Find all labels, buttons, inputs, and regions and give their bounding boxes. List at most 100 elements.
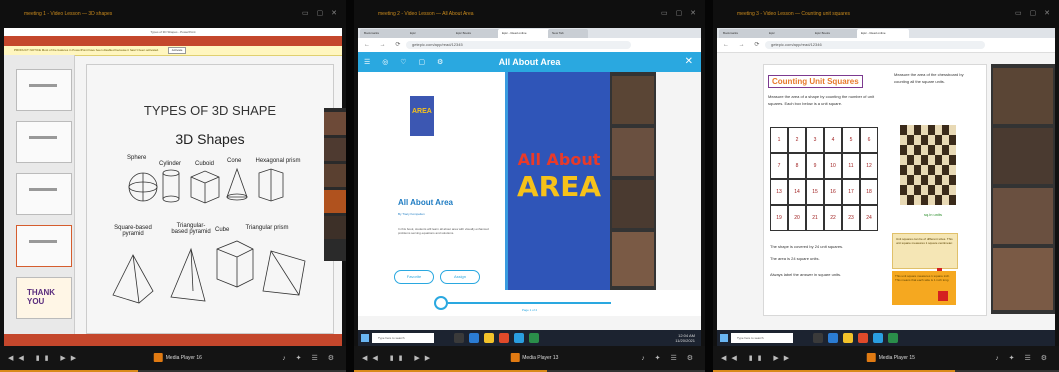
- tab-active[interactable]: Epic - Read online: [498, 29, 550, 38]
- participant-strip: [324, 108, 346, 261]
- window-controls[interactable]: ▭ ▢ ✕: [302, 0, 340, 28]
- tab[interactable]: Bookmarks: [719, 29, 767, 38]
- player-title: meeting 1 - Video Lesson — 3D shapes: [24, 11, 113, 17]
- address-bar: ← → ⟳ ⌂ getepic.com/app/read/12346: [717, 38, 1055, 53]
- book-author[interactable]: By Tracy Kompelien: [398, 212, 425, 216]
- grid-cell: 19: [770, 205, 788, 231]
- favorite-button[interactable]: Favorite: [394, 270, 434, 284]
- browser-tabs: Bookmarks Epic Epic Books Epic - Read on…: [717, 28, 1055, 38]
- playback-controls[interactable]: ◀◀ ▮▮ ▶▶: [721, 354, 794, 362]
- grid-cell: 16: [824, 179, 842, 205]
- activate-button[interactable]: Activate: [167, 47, 187, 54]
- taskbar-search[interactable]: Type here to search: [731, 333, 793, 343]
- info-box-inch-text: This unit square measures 1 square inch.…: [895, 274, 951, 282]
- tab[interactable]: Epic Books: [811, 29, 859, 38]
- tab-active[interactable]: Epic - Read online: [857, 29, 909, 38]
- participant-video[interactable]: [324, 164, 346, 187]
- tab[interactable]: Bookmarks: [360, 29, 408, 38]
- participant-video[interactable]: [993, 188, 1053, 244]
- tab[interactable]: Epic: [765, 29, 813, 38]
- player-right-controls[interactable]: ♪ ✦ ☰ ⚙: [282, 354, 338, 362]
- slide-thumb-5[interactable]: THANK YOU: [16, 277, 72, 319]
- grid-cell: 9: [806, 153, 824, 179]
- taskbar-search[interactable]: Type here to search: [372, 333, 434, 343]
- player-right-controls[interactable]: ♪ ✦ ☰ ⚙: [641, 354, 697, 362]
- tab[interactable]: Epic Books: [452, 29, 500, 38]
- window-controls[interactable]: ▭ ▢ ✕: [661, 0, 699, 28]
- slide-thumbnails: THANK YOU: [4, 55, 75, 334]
- playback-controls[interactable]: ◀◀ ▮▮ ▶▶: [8, 354, 81, 362]
- window-controls[interactable]: ▭ ▢ ✕: [1015, 0, 1053, 28]
- player-app[interactable]: Media Player 13: [510, 353, 558, 362]
- player-title: meeting 2 - Video Lesson — All About Are…: [378, 11, 474, 17]
- url-field[interactable]: getepic.com/app/read/12346: [765, 41, 985, 49]
- shapes-drawing: [112, 167, 306, 304]
- participant-video[interactable]: [324, 138, 346, 161]
- participant-video[interactable]: [324, 190, 346, 213]
- shared-screen: Bookmarks Epic Epic Books Epic - Read on…: [717, 28, 1055, 346]
- grid-cell: 14: [788, 179, 806, 205]
- participant-video[interactable]: [612, 128, 654, 176]
- grid-cell: 1: [770, 127, 788, 153]
- close-icon[interactable]: ✕: [685, 56, 693, 67]
- slide-thumb-2[interactable]: [16, 121, 72, 163]
- grid-cell: 22: [824, 205, 842, 231]
- info-box-cm-text: Unit squares can be of different sizes. …: [896, 237, 953, 245]
- grid-cell: 2: [788, 127, 806, 153]
- playback-controls[interactable]: ◀◀ ▮▮ ▶▶: [362, 354, 435, 362]
- book-description: In this book, students will learn all ab…: [398, 227, 489, 235]
- player-app-name: Media Player 13: [522, 354, 559, 361]
- slide-thumb-1[interactable]: [16, 69, 72, 111]
- player-app[interactable]: Media Player 15: [866, 353, 915, 362]
- slide-thumb-4[interactable]: [16, 225, 72, 267]
- tab[interactable]: Epic: [406, 29, 454, 38]
- taskbar-apps[interactable]: [813, 333, 898, 343]
- red-inch-square: [938, 291, 948, 301]
- player-title-bar: meeting 3 - Video Lesson — Counting unit…: [713, 0, 1059, 28]
- participant-video[interactable]: [993, 248, 1053, 310]
- grid-cell: 13: [770, 179, 788, 205]
- participant-video[interactable]: [612, 76, 654, 124]
- player-right-controls[interactable]: ♪ ✦ ☰ ⚙: [995, 354, 1051, 362]
- participant-column: [991, 64, 1055, 314]
- tab[interactable]: New Tab: [548, 29, 588, 38]
- info-box-inch: This unit square measures 1 square inch.…: [892, 271, 956, 305]
- participant-video[interactable]: [993, 68, 1053, 124]
- grid-cell: 11: [842, 153, 860, 179]
- start-icon[interactable]: [720, 334, 728, 342]
- player-app[interactable]: Media Player 16: [153, 353, 202, 362]
- participant-video[interactable]: [993, 128, 1053, 184]
- worksheet-title: Counting Unit Squares: [768, 75, 863, 88]
- grid-cell: 3: [806, 127, 824, 153]
- worksheet-bottom-1: The shape is covered by 24 unit squares.: [770, 244, 844, 249]
- participant-video[interactable]: [612, 180, 654, 228]
- page-scrubber: Page 1 of 2: [358, 290, 701, 316]
- slide-thumb-3[interactable]: [16, 173, 72, 215]
- video-panel-3: meeting 3 - Video Lesson — Counting unit…: [713, 0, 1059, 372]
- grid-cell: 18: [860, 179, 878, 205]
- player-controls: ◀◀ ▮▮ ▶▶ Media Player 16 ♪ ✦ ☰ ⚙: [0, 346, 346, 372]
- participant-video[interactable]: [612, 232, 654, 286]
- grid-cell: 21: [806, 205, 824, 231]
- chessboard-intro: Measure the area of the chessboard by co…: [894, 72, 964, 84]
- grid-cell: 23: [842, 205, 860, 231]
- windows-taskbar: Type here to search: [717, 330, 1055, 346]
- taskbar-apps[interactable]: [454, 333, 539, 343]
- participant-video[interactable]: [324, 112, 346, 135]
- book-info-page: AREA All About Area By Tracy Kompelien I…: [358, 72, 508, 290]
- grid-cell: 8: [788, 153, 806, 179]
- player-controls: ◀◀ ▮▮ ▶▶ Media Player 13 ♪ ✦ ☰ ⚙: [354, 346, 705, 372]
- assign-button[interactable]: Assign: [440, 270, 480, 284]
- grid-cell: 7: [770, 153, 788, 179]
- scrub-track[interactable]: [448, 302, 611, 304]
- player-app-name: Media Player 16: [165, 354, 202, 361]
- start-icon[interactable]: [361, 334, 369, 342]
- book-cover-thumbnail: AREA: [410, 96, 434, 136]
- player-app-name: Media Player 15: [878, 354, 915, 361]
- ppt-ribbon[interactable]: FILE HOME INSERT DESIGN TRANSITIONS ANIM…: [4, 36, 342, 50]
- shared-screen: Bookmarks Epic Epic Books Epic - Read on…: [358, 28, 701, 346]
- url-field[interactable]: getepic.com/app/read/12345: [406, 41, 631, 49]
- square-units-label: sq.in units: [924, 212, 943, 217]
- reader-header: ☰ ◎ ♡ ▢ ⚙ All About Area ✕: [358, 52, 701, 72]
- participant-video[interactable]: [324, 216, 346, 239]
